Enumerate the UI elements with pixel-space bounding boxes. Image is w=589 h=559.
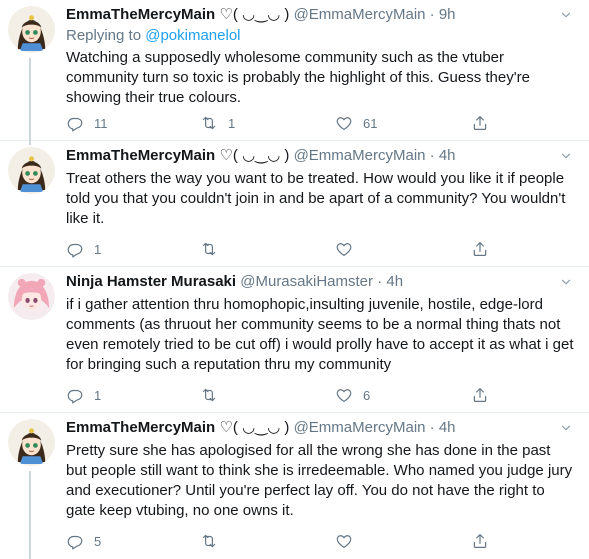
share-button[interactable] [471,530,489,552]
heart-icon [335,532,353,550]
display-name-suffix: ♡( ◡‿◡ ) [219,419,290,436]
replying-to: Replying to @pokimanelol [66,27,241,44]
user-handle[interactable]: @EmmaMercyMain [294,6,426,23]
reply-button[interactable]: 11 [66,112,108,134]
user-handle[interactable]: @EmmaMercyMain [294,147,426,164]
separator-dot: · [429,419,435,436]
like-button[interactable] [335,238,363,260]
tweet[interactable]: Ninja Hamster Murasaki @MurasakiHamster … [0,267,589,413]
like-button[interactable]: 6 [335,384,370,406]
retweet-count: 1 [228,115,236,131]
mention-link[interactable]: @pokimanelol [145,27,240,44]
user-handle[interactable]: @EmmaMercyMain [294,419,426,436]
retweet-button[interactable]: 1 [200,112,235,134]
reply-button[interactable]: 1 [66,384,101,406]
user-handle[interactable]: @MurasakiHamster [240,273,373,290]
avatar[interactable] [8,147,55,194]
chevron-down-icon[interactable] [557,421,575,435]
reply-button[interactable]: 1 [66,238,101,260]
thread-line [29,58,31,141]
share-button[interactable] [471,384,489,406]
reply-count: 11 [94,115,108,131]
avatar[interactable] [8,6,55,53]
tweet-actions: 11 1 61 [66,112,506,134]
reply-button[interactable]: 5 [66,530,101,552]
tweet-text: Treat others the way you want to be trea… [66,170,566,227]
display-name-suffix: ♡( ◡‿◡ ) [219,6,290,23]
display-name[interactable]: EmmaTheMercyMain [66,419,215,436]
tweet-header: EmmaTheMercyMain ♡( ◡‿◡ ) @EmmaMercyMain… [66,419,549,437]
share-icon [471,114,489,132]
retweet-button[interactable] [200,530,228,552]
reply-count: 1 [94,241,102,257]
retweet-icon [200,240,218,258]
reply-icon [66,386,84,404]
like-button[interactable] [335,530,363,552]
share-icon [471,532,489,550]
tweet[interactable]: EmmaTheMercyMain ♡( ◡‿◡ ) @EmmaMercyMain… [0,0,589,141]
retweet-button[interactable] [200,238,228,260]
chevron-down-icon[interactable] [557,149,575,163]
retweet-icon [200,114,218,132]
heart-icon [335,386,353,404]
display-name[interactable]: EmmaTheMercyMain [66,147,215,164]
separator-dot: · [377,273,383,290]
chevron-down-icon[interactable] [557,275,575,289]
reply-icon [66,240,84,258]
tweet-actions: 1 [66,238,506,260]
tweet[interactable]: EmmaTheMercyMain ♡( ◡‿◡ ) @EmmaMercyMain… [0,141,589,267]
tweet-text: Pretty sure she has apologised for all t… [66,442,573,519]
display-name[interactable]: Ninja Hamster Murasaki [66,273,236,290]
tweet-actions: 1 6 [66,384,506,406]
share-icon [471,240,489,258]
chevron-down-icon[interactable] [557,8,575,22]
like-button[interactable]: 61 [335,112,377,134]
separator-dot: · [429,6,435,23]
tweet-header: EmmaTheMercyMain ♡( ◡‿◡ ) @EmmaMercyMain… [66,6,549,24]
timestamp[interactable]: 4h [439,419,456,436]
avatar[interactable] [8,273,55,320]
like-count: 6 [363,387,371,403]
timestamp[interactable]: 9h [439,6,456,23]
display-name-suffix: ♡( ◡‿◡ ) [219,147,290,164]
tweet-actions: 5 [66,530,506,552]
retweet-icon [200,386,218,404]
heart-icon [335,240,353,258]
thread-line [29,471,31,559]
thread-line [29,141,31,145]
reply-count: 5 [94,533,102,549]
display-name[interactable]: EmmaTheMercyMain [66,6,215,23]
replying-to-label: Replying to [66,27,142,44]
tweet-header: Ninja Hamster Murasaki @MurasakiHamster … [66,273,549,291]
like-count: 61 [363,115,378,131]
share-icon [471,386,489,404]
timestamp[interactable]: 4h [386,273,403,290]
reply-icon [66,532,84,550]
retweet-icon [200,532,218,550]
heart-icon [335,114,353,132]
reply-icon [66,114,84,132]
tweet-text: Watching a supposedly wholesome communit… [66,49,530,106]
share-button[interactable] [471,112,489,134]
tweet-header: EmmaTheMercyMain ♡( ◡‿◡ ) @EmmaMercyMain… [66,147,549,165]
tweet-text: if i gather attention thru homophopic,in… [66,296,574,373]
separator-dot: · [429,147,435,164]
share-button[interactable] [471,238,489,260]
tweet[interactable]: EmmaTheMercyMain ♡( ◡‿◡ ) @EmmaMercyMain… [0,413,589,559]
avatar[interactable] [8,419,55,466]
reply-count: 1 [94,387,102,403]
retweet-button[interactable] [200,384,228,406]
timestamp[interactable]: 4h [439,147,456,164]
